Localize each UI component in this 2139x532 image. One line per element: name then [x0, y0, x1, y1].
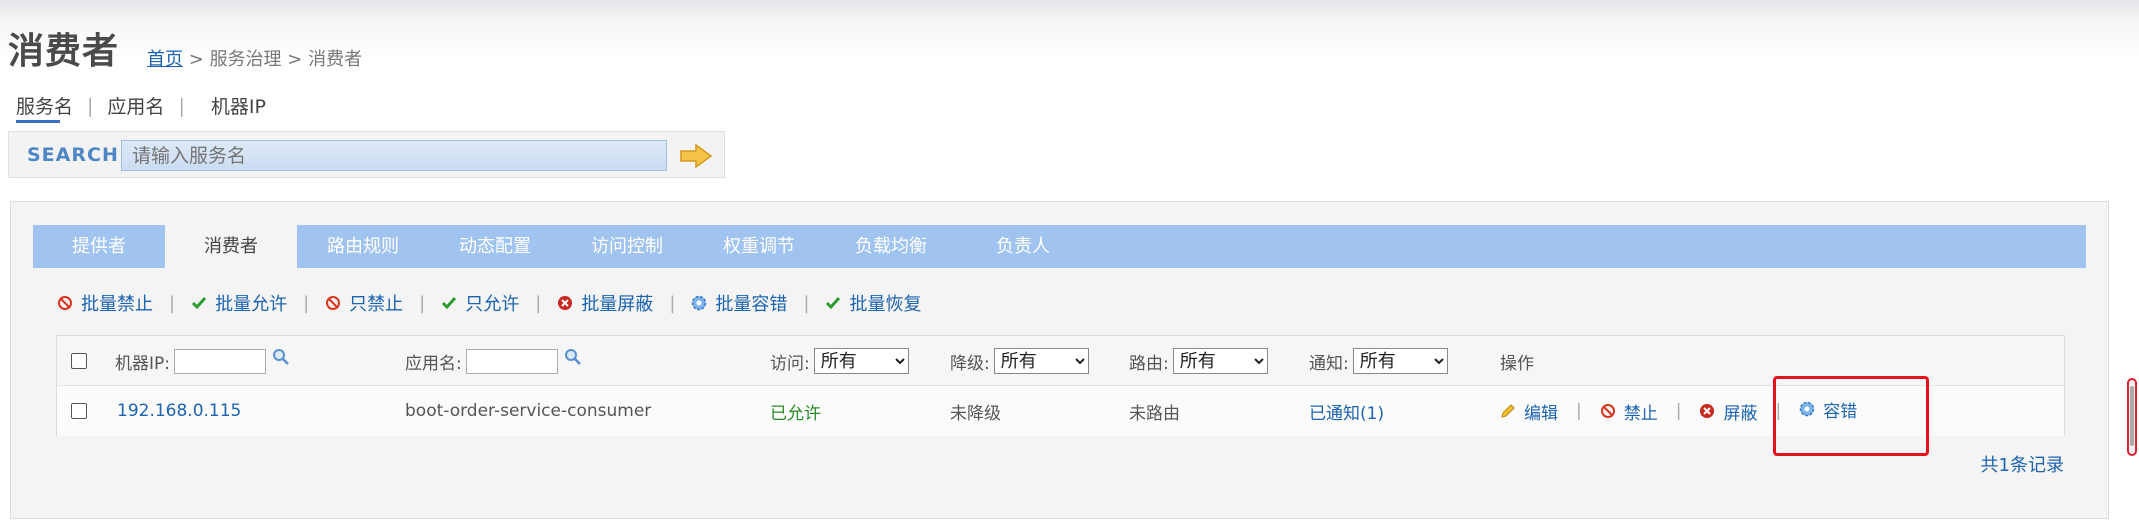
route-header-label: 路由: — [1129, 353, 1169, 374]
tab-routing-rules[interactable]: 路由规则 — [297, 225, 429, 268]
highlight-box — [1773, 376, 1929, 456]
divider: | — [1675, 401, 1682, 421]
row-select-cell — [71, 386, 87, 436]
tab-providers[interactable]: 提供者 — [33, 225, 165, 268]
close-circle-icon — [1700, 404, 1715, 418]
gear-icon — [692, 295, 707, 311]
app-filter-input[interactable] — [465, 348, 558, 374]
tab-access-control[interactable]: 访问控制 — [561, 225, 693, 268]
app-cell: boot-order-service-consumer — [405, 401, 652, 421]
tab-owners[interactable]: 负责人 — [957, 225, 1089, 268]
only-forbid-button[interactable]: 只禁止 — [325, 290, 403, 316]
route-filter: 路由: 所有 — [1129, 336, 1268, 386]
row-checkbox[interactable] — [71, 403, 87, 419]
batch-forbid-button[interactable]: 批量禁止 — [57, 290, 153, 316]
shield-button[interactable]: 屏蔽 — [1699, 399, 1757, 424]
ip-cell: 192.168.0.115 — [117, 386, 241, 436]
search-label: SEARCH — [27, 144, 119, 166]
search-type-tabs: 服务名 | 应用名 | 机器IP — [16, 92, 266, 123]
degrade-select[interactable]: 所有 — [993, 348, 1089, 374]
check-icon — [826, 297, 841, 310]
divider: | — [803, 292, 810, 314]
page-scrollbar[interactable] — [2127, 378, 2137, 456]
edit-button[interactable]: 编辑 — [1500, 399, 1558, 424]
pencil-icon — [1501, 404, 1515, 418]
route-status: 未路由 — [1129, 403, 1180, 424]
breadcrumb-home-link[interactable]: 首页 — [147, 49, 183, 70]
breadcrumb-separator: > — [188, 49, 204, 70]
divider: | — [535, 292, 542, 314]
divider: | — [669, 292, 676, 314]
ip-header-label: 机器IP: — [115, 353, 170, 374]
tab-load-balance[interactable]: 负载均衡 — [825, 225, 957, 268]
notify-select[interactable]: 所有 — [1352, 348, 1448, 374]
total-records: 共1条记录 — [1980, 455, 2064, 476]
breadcrumb-current: 消费者 — [308, 49, 363, 70]
batch-recover-button[interactable]: 批量恢复 — [825, 290, 921, 316]
route-select[interactable]: 所有 — [1172, 348, 1268, 374]
batch-allow-button[interactable]: 批量允许 — [191, 290, 287, 316]
search-type-ip[interactable]: 机器IP — [211, 92, 266, 119]
search-icon[interactable] — [272, 348, 290, 366]
batch-tolerance-button[interactable]: 批量容错 — [691, 290, 787, 316]
consumer-table: 机器IP: 应用名: 访问: 所有 降级: 所有 路由: 所有 通知: 所有 操… — [56, 335, 2065, 436]
arrow-right-icon[interactable] — [679, 143, 713, 169]
search-input[interactable] — [121, 140, 667, 171]
divider: | — [419, 292, 426, 314]
app-filter: 应用名: — [405, 336, 582, 386]
table-row: 192.168.0.115 boot-order-service-consume… — [57, 386, 2064, 436]
breadcrumb-section: 服务治理 — [209, 49, 282, 70]
ip-filter: 机器IP: — [115, 336, 290, 386]
notified-link[interactable]: 已通知(1) — [1309, 399, 1384, 424]
forbid-button[interactable]: 禁止 — [1600, 399, 1658, 424]
access-status: 已允许 — [770, 403, 821, 424]
close-circle-icon — [558, 296, 573, 310]
access-select[interactable]: 所有 — [813, 348, 909, 374]
tab-dynamic-config[interactable]: 动态配置 — [429, 225, 561, 268]
divider: | — [87, 94, 94, 117]
tab-bar: 提供者 消费者 路由规则 动态配置 访问控制 权重调节 负载均衡 负责人 — [33, 225, 2086, 268]
notify-cell: 已通知(1) — [1309, 386, 1384, 436]
tab-consumers[interactable]: 消费者 — [165, 225, 297, 268]
select-all-checkbox[interactable] — [71, 353, 87, 369]
search-type-application[interactable]: 应用名 — [107, 92, 164, 119]
select-all-cell — [71, 336, 87, 386]
divider: | — [1576, 401, 1582, 421]
access-header-label: 访问: — [770, 353, 810, 374]
divider: | — [303, 292, 310, 314]
page-title: 消费者 — [8, 31, 120, 72]
divider: | — [178, 94, 185, 117]
ops-header: 操作 — [1500, 353, 1534, 374]
check-icon — [442, 297, 457, 310]
check-icon — [192, 297, 207, 310]
degrade-filter: 降级: 所有 — [950, 336, 1089, 386]
notify-filter: 通知: 所有 — [1309, 336, 1448, 386]
degrade-status: 未降级 — [950, 403, 1001, 424]
consumer-ip-link[interactable]: 192.168.0.115 — [117, 401, 241, 421]
forbid-icon — [326, 296, 341, 310]
breadcrumb: 首页 > 服务治理 > 消费者 — [147, 45, 362, 71]
forbid-icon — [58, 296, 72, 310]
app-header-label: 应用名: — [405, 353, 462, 374]
search-icon[interactable] — [564, 348, 582, 366]
divider: | — [169, 292, 176, 314]
batch-shield-button[interactable]: 批量屏蔽 — [557, 290, 653, 316]
table-header: 机器IP: 应用名: 访问: 所有 降级: 所有 路由: 所有 通知: 所有 操… — [57, 336, 2064, 386]
content-panel: 提供者 消费者 路由规则 动态配置 访问控制 权重调节 负载均衡 负责人 批量禁… — [10, 201, 2109, 519]
access-filter: 访问: 所有 — [770, 336, 909, 386]
search-type-service[interactable]: 服务名 — [16, 92, 73, 123]
ip-filter-input[interactable] — [174, 348, 266, 374]
breadcrumb-separator: > — [287, 49, 303, 70]
search-bar: SEARCH — [8, 131, 725, 178]
batch-toolbar: 批量禁止 | 批量允许 | 只禁止 | 只允许 | 批量屏蔽 | 批量容错 | — [57, 290, 921, 316]
forbid-icon — [1600, 404, 1615, 418]
tab-weight[interactable]: 权重调节 — [693, 225, 825, 268]
degrade-header-label: 降级: — [950, 353, 990, 374]
notify-header-label: 通知: — [1309, 353, 1349, 374]
only-allow-button[interactable]: 只允许 — [441, 290, 519, 316]
